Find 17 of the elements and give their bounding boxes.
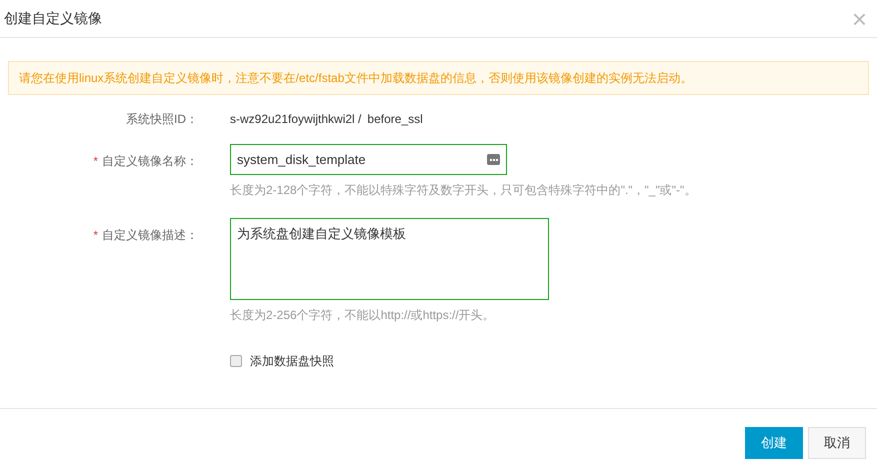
dialog-title: 创建自定义镜像 bbox=[4, 9, 102, 28]
required-asterisk: * bbox=[93, 153, 98, 170]
field-hint: 长度为2-128个字符，不能以特殊字符及数字开头，只可包含特殊字符中的"."，"_"或"-"。 bbox=[230, 182, 696, 199]
field-label: 系统快照ID： bbox=[125, 111, 199, 128]
checkbox[interactable] bbox=[230, 355, 242, 367]
snapshot-name: before_ssl bbox=[367, 111, 423, 128]
description-text-area[interactable]: 为系统盘创建自定义镜像模板 bbox=[230, 218, 549, 300]
field-label: 自定义镜像描述： bbox=[102, 227, 198, 244]
snapshot-id: s-wz92u21foywijthkwi2l / bbox=[230, 111, 362, 128]
warning-banner: 请您在使用linux系统创建自定义镜像时，注意不要在/etc/fstab文件中加载数据盘的信息，否则使用该镜像创建的实例无法启动。 bbox=[8, 61, 869, 95]
field-label: 自定义镜像名称： bbox=[102, 153, 198, 170]
name-input-field[interactable]: system_disk_template bbox=[230, 144, 507, 175]
ellipsis-icon bbox=[487, 154, 500, 165]
required-asterisk: * bbox=[93, 227, 98, 244]
cancel-button[interactable]: 取消 bbox=[808, 427, 866, 459]
checkbox-label: 添加数据盘快照 bbox=[250, 353, 334, 370]
field-hint: 长度为2-256个字符，不能以http://或https://开头。 bbox=[230, 307, 496, 324]
